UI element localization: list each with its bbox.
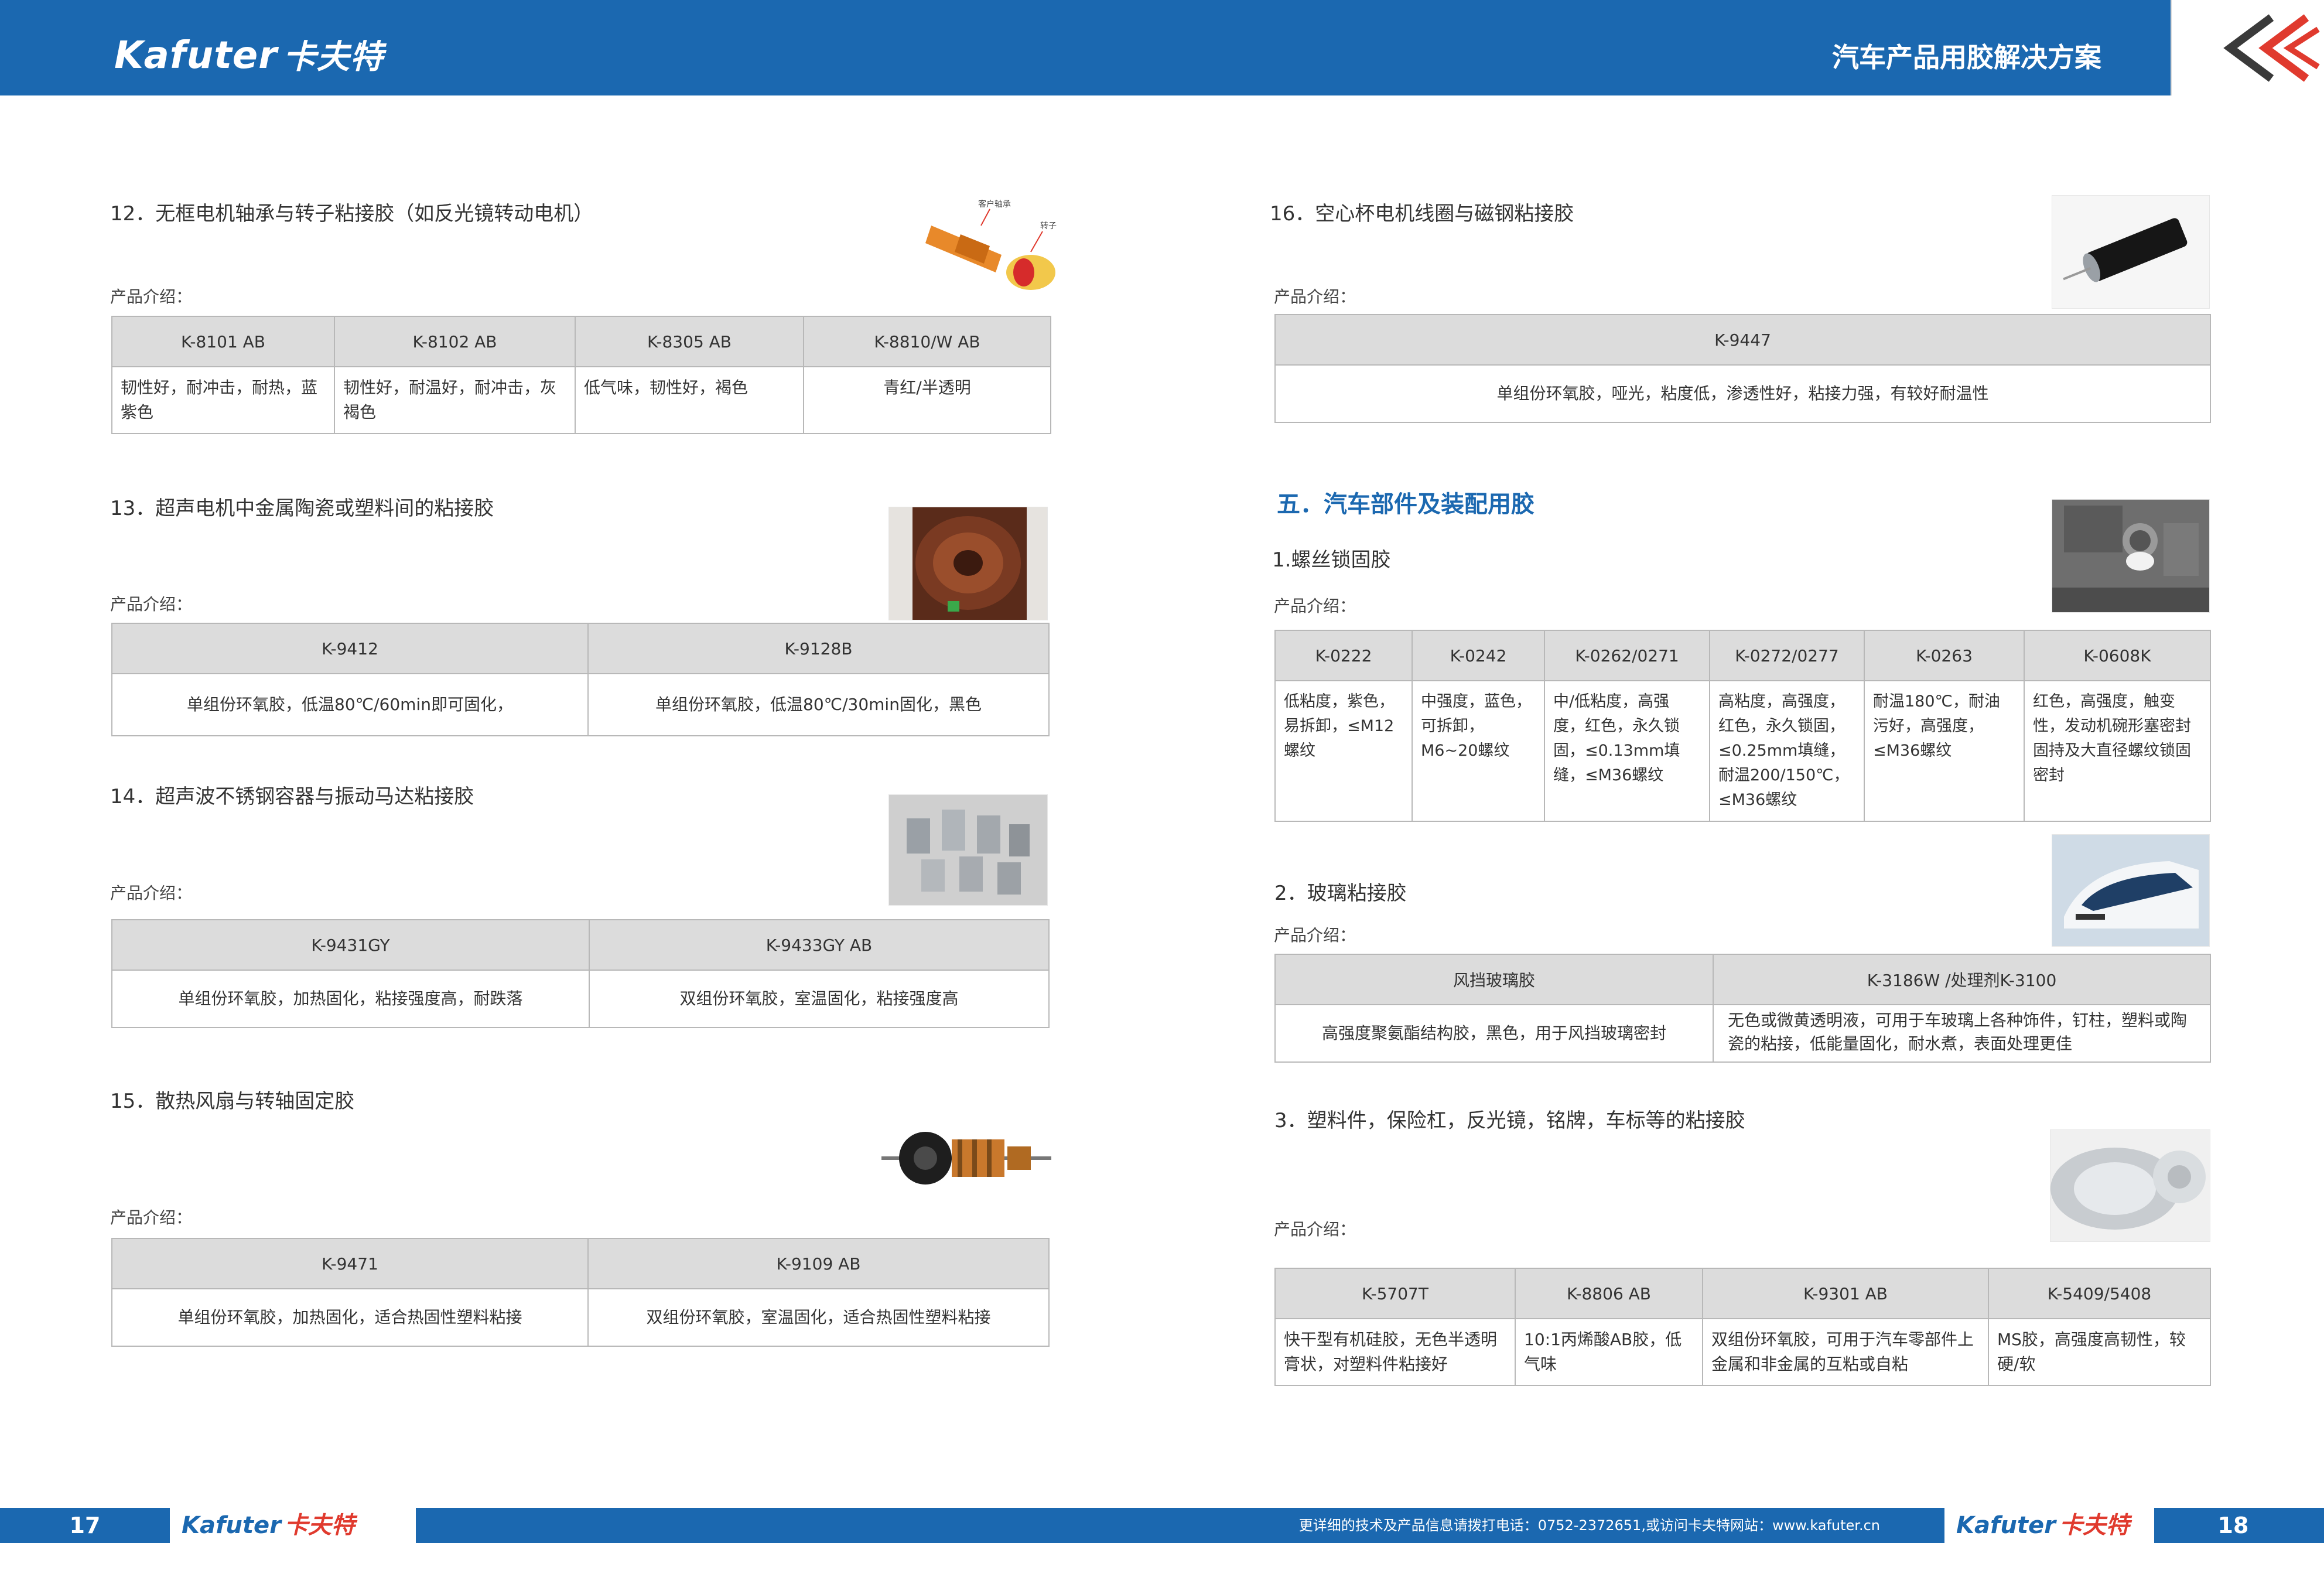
- section-16-intro-label: 产品介绍：: [1274, 287, 1356, 306]
- footer-logo-text-en: Kafuter: [182, 1512, 281, 1539]
- table-cell: 单组份环氧胶，低温80℃/60min即可固化，: [111, 673, 589, 736]
- table-cell: 单组份环氧胶，加热固化，粘接强度高，耐跌落: [111, 970, 590, 1028]
- table-cell: 中强度，蓝色，可拆卸，M6~20螺纹: [1412, 680, 1545, 822]
- table-header: K-0262/0271: [1544, 630, 1710, 681]
- table-header: K-9412: [111, 623, 589, 674]
- table-cell: 耐温180℃，耐油污好，高强度，≤M36螺纹: [1864, 680, 2025, 822]
- table-header: K-5707T: [1274, 1268, 1516, 1319]
- table-header: 风挡玻璃胶: [1274, 954, 1714, 1005]
- table-cell: 韧性好，耐冲击，耐热，蓝紫色: [111, 366, 335, 434]
- table-cell: 低粘度，紫色，易拆卸，≤M12螺纹: [1274, 680, 1413, 822]
- section-15-title: 15．散热风扇与转轴固定胶: [110, 1090, 355, 1113]
- header-chevron-box: [2172, 0, 2324, 95]
- table-cell: 无色或微黄透明液，可用于车玻璃上各种饰件，钉柱，塑料或陶瓷的粘接，低能量固化，耐…: [1713, 1004, 2211, 1063]
- footer-logo-text-cn: 卡夫特: [284, 1512, 355, 1539]
- page-footer: 17 Kafuter 卡夫特 更详细的技术及产品信息请拨打电话：0752-2372…: [0, 1508, 2324, 1543]
- section-14-intro-label: 产品介绍：: [110, 883, 193, 903]
- table-header: K-8101 AB: [111, 316, 335, 367]
- table-header: K-9471: [111, 1238, 589, 1289]
- image-label-rotor: 转子: [1040, 221, 1057, 231]
- part-1-table: K-0222 K-0242 K-0262/0271 K-0272/0277 K-…: [1274, 630, 2211, 822]
- section-13-table: K-9412 K-9128B 单组份环氧胶，低温80℃/60min即可固化， 单…: [111, 623, 1050, 736]
- coreless-motor-image: [2052, 195, 2210, 309]
- table-header: K-0272/0277: [1709, 630, 1865, 681]
- page-number-left: 17: [69, 1513, 101, 1538]
- part-3-table: K-5707T K-8806 AB K-9301 AB K-5409/5408 …: [1274, 1268, 2211, 1386]
- brand-logo: Kafuter 卡夫特: [114, 30, 384, 78]
- part-3-title: 3．塑料件，保险杠，反光镜，铭牌，车标等的粘接胶: [1274, 1109, 1745, 1132]
- logo-text-cn: 卡夫特: [283, 38, 384, 76]
- table-header: K-9447: [1274, 314, 2211, 366]
- image-label-bearing: 客户轴承: [978, 199, 1011, 209]
- page-header: Kafuter 卡夫特 汽车产品用胶解决方案: [0, 0, 2324, 95]
- part-3-intro-label: 产品介绍：: [1274, 1220, 1356, 1239]
- table-header: K-0222: [1274, 630, 1413, 681]
- section-12-table: K-8101 AB K-8102 AB K-8305 AB K-8810/W A…: [111, 316, 1051, 434]
- table-cell: 双组份环氧胶，可用于汽车零部件上金属和非金属的互粘或自粘: [1702, 1318, 1989, 1386]
- table-cell: 韧性好，耐温好，耐冲击，灰褐色: [334, 366, 576, 434]
- table-header: K-8810/W AB: [803, 316, 1051, 367]
- logo-text-en: Kafuter: [114, 34, 278, 77]
- table-header: K-8102 AB: [334, 316, 576, 367]
- armature-image: [881, 1122, 1051, 1195]
- table-cell: MS胶，高强度高韧性，较硬/软: [1988, 1318, 2211, 1386]
- table-cell: 双组份环氧胶，室温固化，适合热固性塑料粘接: [587, 1288, 1050, 1347]
- table-header: K-9301 AB: [1702, 1268, 1989, 1319]
- page-number-right: 18: [2217, 1513, 2249, 1538]
- bearing-rotor-image: 客户轴承 转子: [925, 190, 1057, 293]
- section-15-table: K-9471 K-9109 AB 单组份环氧胶，加热固化，适合热固性塑料粘接 双…: [111, 1238, 1050, 1347]
- table-cell: 双组份环氧胶，室温固化，粘接强度高: [589, 970, 1050, 1028]
- table-cell: 青红/半透明: [803, 366, 1051, 434]
- table-cell: 快干型有机硅胶，无色半透明膏状，对塑料件粘接好: [1274, 1318, 1516, 1386]
- section-13-title: 13．超声电机中金属陶瓷或塑料间的粘接胶: [110, 497, 494, 520]
- header-title: 汽车产品用胶解决方案: [1832, 42, 2101, 73]
- footer-contact-text: 更详细的技术及产品信息请拨打电话：0752-2372651,或访问卡夫特网站：w…: [1298, 1517, 1880, 1534]
- table-cell: 10:1丙烯酸AB胶，低气味: [1515, 1318, 1703, 1386]
- section-five-heading: 五．汽车部件及装配用胶: [1277, 491, 1534, 518]
- table-cell: 中/低粘度，高强度，红色，永久锁固，≤0.13mm填缝，≤M36螺纹: [1544, 680, 1710, 822]
- chevron-left-icon: [2223, 14, 2320, 82]
- part-2-table: 风挡玻璃胶 K-3186W /处理剂K-3100 高强度聚氨酯结构胶，黑色，用于…: [1274, 954, 2211, 1063]
- table-cell: 单组份环氧胶，哑光，粘度低，渗透性好，粘接力强，有较好耐温性: [1274, 364, 2211, 423]
- table-header: K-0263: [1864, 630, 2025, 681]
- section-16-table: K-9447 单组份环氧胶，哑光，粘度低，渗透性好，粘接力强，有较好耐温性: [1274, 314, 2211, 423]
- table-cell: 低气味，韧性好，褐色: [575, 366, 804, 434]
- ultrasonic-transducer-image: [888, 794, 1048, 906]
- part-2-intro-label: 产品介绍：: [1274, 926, 1356, 945]
- engine-bolt-image: [2052, 499, 2210, 613]
- footer-logo-text-en: Kafuter: [1956, 1512, 2056, 1539]
- section-12-title: 12．无框电机轴承与转子粘接胶（如反光镜转动电机）: [110, 202, 594, 226]
- table-header: K-3186W /处理剂K-3100: [1713, 954, 2211, 1005]
- section-14-title: 14．超声波不锈钢容器与振动马达粘接胶: [110, 785, 474, 808]
- part-1-title: 1.螺丝锁固胶: [1272, 548, 1391, 572]
- table-header: K-5409/5408: [1988, 1268, 2211, 1319]
- footer-logo-text-cn: 卡夫特: [2059, 1512, 2130, 1539]
- table-cell: 红色，高强度，触变性，发动机碗形塞密封固持及大直径螺纹锁固密封: [2024, 680, 2211, 822]
- table-header: K-9109 AB: [587, 1238, 1050, 1289]
- part-1-intro-label: 产品介绍：: [1274, 596, 1356, 616]
- table-header: K-8305 AB: [575, 316, 804, 367]
- table-cell: 高粘度，高强度，红色，永久锁固，≤0.25mm填缝，耐温200/150℃，≤M3…: [1709, 680, 1865, 822]
- table-header: K-9128B: [587, 623, 1050, 674]
- windshield-image: [2052, 834, 2210, 947]
- headlamp-image: [2050, 1129, 2210, 1242]
- table-cell: 高强度聚氨酯结构胶，黑色，用于风挡玻璃密封: [1274, 1004, 1714, 1063]
- part-2-title: 2．玻璃粘接胶: [1274, 882, 1407, 905]
- section-15-intro-label: 产品介绍：: [110, 1208, 193, 1227]
- table-header: K-9433GY AB: [589, 919, 1050, 971]
- table-cell: 单组份环氧胶，低温80℃/30min固化，黑色: [587, 673, 1050, 736]
- footer-logo-right: Kafuter 卡夫特: [1944, 1508, 2154, 1543]
- table-header: K-8806 AB: [1515, 1268, 1703, 1319]
- footer-logo-left: Kafuter 卡夫特: [170, 1508, 416, 1543]
- ultrasonic-motor-image: [888, 507, 1048, 620]
- table-header: K-0242: [1412, 630, 1545, 681]
- table-cell: 单组份环氧胶，加热固化，适合热固性塑料粘接: [111, 1288, 589, 1347]
- section-13-intro-label: 产品介绍：: [110, 595, 193, 614]
- table-header: K-0608K: [2024, 630, 2211, 681]
- table-header: K-9431GY: [111, 919, 590, 971]
- section-14-table: K-9431GY K-9433GY AB 单组份环氧胶，加热固化，粘接强度高，耐…: [111, 919, 1050, 1028]
- section-12-intro-label: 产品介绍：: [110, 287, 193, 306]
- section-16-title: 16．空心杯电机线圈与磁钢粘接胶: [1270, 202, 1574, 226]
